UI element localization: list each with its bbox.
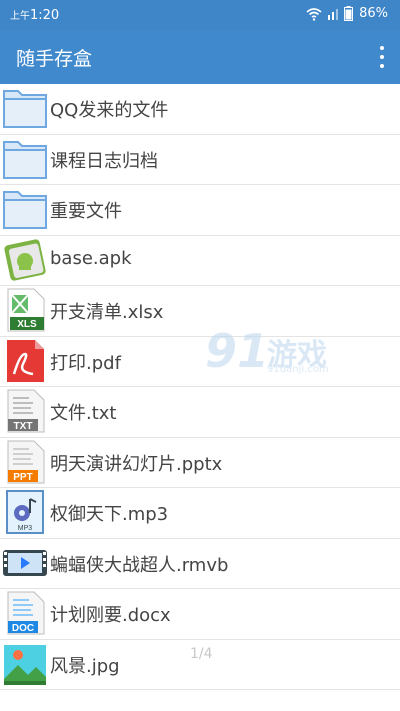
file-name: QQ发来的文件 bbox=[50, 100, 169, 121]
file-list-item[interactable]: TXT 文件.txt bbox=[0, 387, 400, 438]
file-list-item[interactable]: MP3 权御天下.mp3 bbox=[0, 488, 400, 539]
file-list-item[interactable]: 课程日志归档 bbox=[0, 135, 400, 185]
file-list: QQ发来的文件 课程日志归档 重要文件 base.apk XLS 开支清单.xlsx 打印.… bbox=[0, 84, 400, 690]
file-name: base.apk bbox=[50, 247, 132, 269]
svg-text:DOC: DOC bbox=[12, 623, 34, 634]
file-name: 蝙蝠侠大战超人.rmvb bbox=[50, 554, 229, 576]
file-name: 打印.pdf bbox=[50, 352, 121, 374]
app-title: 随手存盒 bbox=[16, 48, 93, 70]
signal-icon bbox=[328, 8, 339, 20]
file-name: 计划刚要.docx bbox=[50, 605, 171, 626]
svg-text:XLS: XLS bbox=[17, 319, 37, 330]
image-icon bbox=[2, 641, 48, 687]
ppt-icon: PPT bbox=[2, 439, 48, 485]
watermark-number: 91 bbox=[205, 324, 270, 378]
txt-icon: TXT bbox=[2, 388, 48, 434]
mp3-icon: MP3 bbox=[2, 489, 48, 535]
app-bar: 随手存盒 bbox=[0, 30, 400, 84]
more-vert-icon[interactable] bbox=[376, 46, 388, 68]
file-list-item[interactable]: 重要文件 bbox=[0, 185, 400, 236]
file-name: 文件.txt bbox=[50, 403, 117, 424]
file-name: 课程日志归档 bbox=[50, 150, 158, 172]
svg-text:PPT: PPT bbox=[13, 472, 32, 483]
video-icon bbox=[2, 540, 48, 586]
doc-icon: DOC bbox=[2, 590, 48, 636]
file-name: 明天演讲幻灯片.pptx bbox=[50, 453, 223, 475]
page-indicator: 1/4 bbox=[190, 646, 213, 662]
xls-icon: XLS bbox=[2, 287, 48, 333]
wifi-icon bbox=[306, 7, 322, 21]
file-list-item[interactable]: PPT 明天演讲幻灯片.pptx bbox=[0, 438, 400, 488]
svg-text:TXT: TXT bbox=[14, 421, 33, 432]
folder-icon bbox=[2, 186, 48, 232]
file-name: 风景.jpg bbox=[50, 655, 120, 677]
time-value: 1:20 bbox=[30, 8, 60, 23]
file-list-item[interactable]: DOC 计划刚要.docx bbox=[0, 589, 400, 640]
pdf-icon bbox=[2, 338, 48, 384]
time-prefix: 上午 bbox=[10, 11, 30, 22]
file-list-item[interactable]: QQ发来的文件 bbox=[0, 84, 400, 135]
file-name: 开支清单.xlsx bbox=[50, 302, 164, 323]
folder-icon bbox=[2, 136, 48, 182]
battery-percent: 86% bbox=[359, 6, 388, 21]
status-bar: 上午1:20 86% bbox=[0, 0, 400, 30]
battery-icon bbox=[344, 6, 354, 21]
file-list-item[interactable]: 蝙蝠侠大战超人.rmvb bbox=[0, 539, 400, 589]
file-name: 权御天下.mp3 bbox=[50, 504, 169, 525]
status-time: 上午1:20 bbox=[10, 7, 59, 23]
svg-text:MP3: MP3 bbox=[18, 525, 33, 532]
file-name: 重要文件 bbox=[50, 201, 122, 222]
apk-icon bbox=[2, 237, 48, 283]
folder-icon bbox=[2, 85, 48, 131]
watermark-url: 91danji.com bbox=[267, 364, 329, 375]
file-list-item[interactable]: XLS 开支清单.xlsx bbox=[0, 286, 400, 337]
file-list-item[interactable]: base.apk bbox=[0, 236, 400, 286]
watermark: 91 游戏 91danji.com bbox=[205, 324, 385, 385]
